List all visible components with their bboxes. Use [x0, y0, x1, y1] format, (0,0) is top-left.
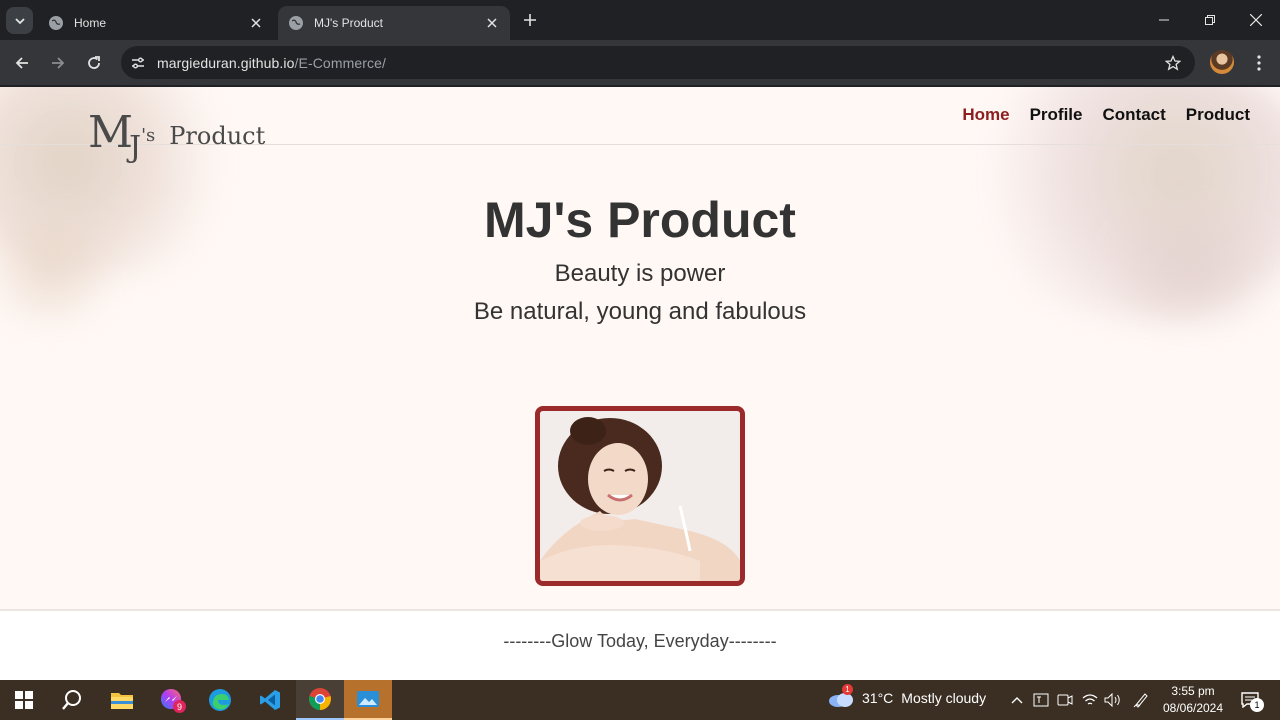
tab-search-button[interactable]: [6, 7, 33, 34]
arrow-left-icon: [15, 57, 28, 69]
globe-icon: [289, 16, 303, 30]
logo-product: Product: [169, 122, 266, 150]
minimize-button[interactable]: [1141, 0, 1187, 40]
reload-icon: [88, 56, 100, 69]
pen-icon[interactable]: [1131, 690, 1151, 710]
search-button[interactable]: [48, 680, 96, 720]
browser-menu-button[interactable]: [1246, 48, 1272, 78]
tab-mjs-product[interactable]: MJ's Product: [278, 6, 510, 40]
close-window-button[interactable]: [1233, 0, 1279, 40]
weather-alert-badge: 1: [842, 684, 853, 695]
url-path: /E-Commerce/: [294, 54, 386, 71]
edge-button[interactable]: [196, 680, 244, 720]
windows-taskbar: 9 1 31°C Mostly cloudy 3:55 pm 08/06/202…: [0, 680, 1280, 720]
tab-home[interactable]: Home: [38, 6, 274, 40]
site-footer: --------Glow Today, Everyday--------: [0, 609, 1280, 680]
close-icon[interactable]: [484, 15, 500, 31]
tab-title: MJ's Product: [314, 16, 383, 30]
chrome-button[interactable]: [296, 680, 344, 720]
clock-date: 08/06/2024: [1162, 701, 1224, 715]
notification-center-button[interactable]: 1: [1236, 688, 1264, 712]
volume-icon[interactable]: [1103, 690, 1123, 710]
logo-letter-m: M: [88, 107, 134, 158]
windows-logo-icon: [15, 691, 33, 709]
minimize-icon: [1159, 19, 1169, 21]
chrome-notification-badge: 9: [173, 700, 186, 713]
site-info-icon[interactable]: [123, 48, 153, 78]
clock-time: 3:55 pm: [1171, 684, 1215, 698]
folder-icon: [111, 693, 133, 709]
wifi-icon[interactable]: [1080, 690, 1100, 710]
reload-button[interactable]: [79, 48, 109, 78]
browser-tab-bar: Home MJ's Product: [0, 0, 1280, 40]
browser-toolbar: margieduran.github.io/E-Commerce/: [0, 40, 1280, 86]
chevron-down-icon: [14, 17, 25, 24]
start-button[interactable]: [0, 680, 48, 720]
site-navbar: M J 's Product Home Profile Contact Prod…: [0, 87, 1280, 163]
address-bar[interactable]: margieduran.github.io/E-Commerce/: [121, 46, 1195, 79]
close-icon[interactable]: [248, 15, 264, 31]
language-icon[interactable]: [1031, 690, 1051, 710]
messenger-button[interactable]: 9: [147, 680, 195, 720]
arrow-right-icon: [52, 57, 65, 69]
hero-subtitle-1: Beauty is power: [554, 260, 726, 287]
close-icon: [1250, 14, 1262, 26]
footer-tagline: --------Glow Today, Everyday--------: [503, 631, 777, 651]
bookmark-star-icon[interactable]: [1163, 53, 1183, 73]
weather-widget[interactable]: 1 31°C Mostly cloudy: [828, 684, 987, 708]
logo-apostrophe-s: 's: [141, 125, 156, 146]
new-tab-button[interactable]: [518, 10, 542, 30]
plus-icon: [524, 14, 536, 26]
nav-link-home[interactable]: Home: [962, 105, 1009, 125]
site-logo[interactable]: M J 's Product: [88, 107, 266, 163]
file-explorer-button[interactable]: [98, 680, 146, 720]
weather-temp: 31°C: [862, 690, 894, 706]
more-vert-icon: [1257, 55, 1261, 71]
vscode-icon: [260, 690, 280, 710]
tab-title: Home: [74, 16, 107, 30]
cloud-icon: 1: [828, 684, 854, 708]
web-page: M J 's Product Home Profile Contact Prod…: [0, 87, 1280, 680]
nav-link-product[interactable]: Product: [1186, 105, 1250, 125]
nav-link-contact[interactable]: Contact: [1102, 105, 1165, 125]
photos-icon: [357, 691, 379, 707]
photos-button[interactable]: [344, 680, 392, 720]
hero-title: MJ's Product: [484, 192, 796, 248]
site-nav-menu: Home Profile Contact Product: [962, 105, 1250, 125]
weather-desc: Mostly cloudy: [901, 690, 987, 706]
url-host: margieduran.github.io: [157, 54, 295, 71]
url-text[interactable]: margieduran.github.io/E-Commerce/: [157, 55, 386, 71]
chevron-up-icon: [1011, 697, 1023, 704]
profile-avatar[interactable]: [1210, 50, 1234, 74]
globe-icon: [49, 16, 63, 30]
hero-subtitle-2: Be natural, young and fabulous: [473, 298, 807, 325]
nav-link-profile[interactable]: Profile: [1030, 105, 1083, 125]
vscode-button[interactable]: [246, 680, 294, 720]
show-hidden-icons-button[interactable]: [1007, 690, 1027, 710]
restore-button[interactable]: [1187, 0, 1233, 40]
forward-button[interactable]: [43, 48, 73, 78]
search-icon: [62, 690, 81, 710]
taskbar-clock[interactable]: 3:55 pm 08/06/2024: [1154, 683, 1232, 717]
chrome-icon: [309, 688, 331, 710]
edge-icon: [209, 689, 231, 711]
restore-icon: [1205, 15, 1215, 25]
notification-count-badge: 1: [1250, 698, 1264, 712]
back-button[interactable]: [7, 48, 37, 78]
logo-letter-j: J: [129, 130, 142, 165]
hero-model-image: [535, 406, 745, 586]
meet-now-icon[interactable]: [1055, 690, 1075, 710]
